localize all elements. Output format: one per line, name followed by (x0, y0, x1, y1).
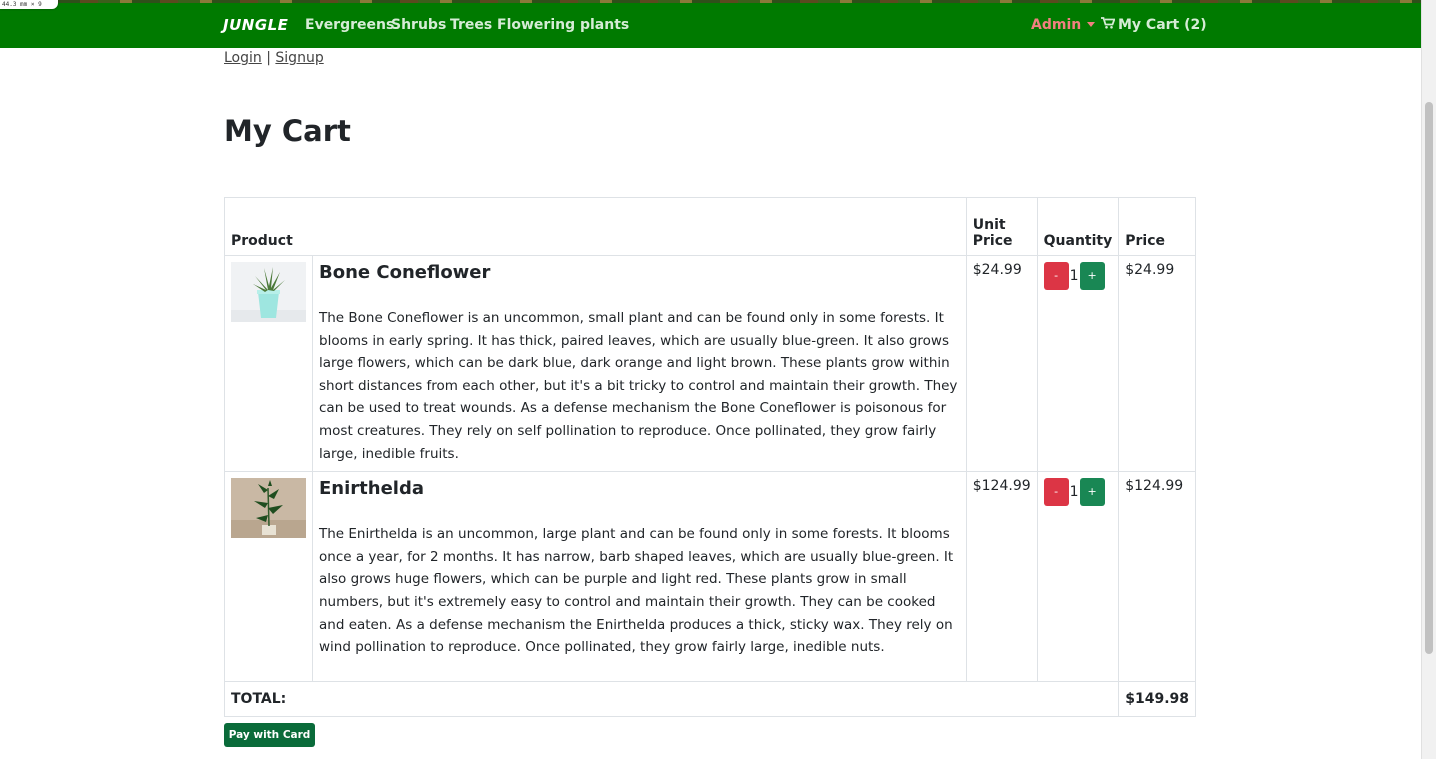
product-description: The Bone Coneflower is an uncommon, smal… (319, 310, 958, 462)
shopping-cart-icon (1101, 17, 1116, 33)
nav-shrubs[interactable]: Shrubs (391, 17, 446, 33)
quantity-cell: -1 + (1036, 254, 1120, 473)
admin-dropdown[interactable]: Admin (1031, 17, 1096, 33)
navbar: JUNGLE Evergreens Shrubs Trees Flowering… (0, 3, 1422, 48)
quantity-cell: -1 + (1036, 471, 1120, 683)
nav-evergreens[interactable]: Evergreens (305, 17, 394, 33)
scrollbar[interactable] (1421, 0, 1436, 759)
product-image[interactable] (231, 478, 306, 539)
price-cell: $124.99 (1118, 471, 1196, 683)
my-cart-link[interactable]: My Cart (2) (1101, 17, 1207, 33)
nav-flowering-plants[interactable]: Flowering plants (497, 17, 629, 33)
product-description: The Enirthelda is an uncommon, large pla… (319, 526, 954, 656)
header-unit-price: Unit Price (965, 197, 1038, 256)
product-image-cell (224, 254, 313, 473)
brand-logo[interactable]: JUNGLE (223, 16, 288, 34)
total-row: TOTAL: $149.98 (223, 681, 1196, 718)
table-row: Bone Coneflower The Bone Coneflower is a… (224, 254, 1196, 473)
product-name[interactable]: Enirthelda (319, 478, 960, 499)
product-image[interactable] (231, 262, 306, 322)
signup-link[interactable]: Signup (275, 50, 323, 66)
caret-down-icon (1087, 22, 1096, 27)
auth-separator: | (266, 50, 271, 66)
cart-table: Product Unit Price Quantity Price Bone C… (223, 197, 1196, 718)
auth-links: Login | Signup (224, 50, 324, 66)
product-image-cell (224, 471, 313, 683)
decrease-quantity-button[interactable]: - (1043, 262, 1069, 290)
decrease-quantity-button[interactable]: - (1043, 478, 1069, 507)
total-label: TOTAL: (223, 681, 1120, 718)
table-row: Enirthelda The Enirthelda is an uncommon… (224, 471, 1196, 683)
header-product: Product (224, 197, 967, 256)
login-link[interactable]: Login (224, 50, 262, 66)
total-value: $149.98 (1118, 681, 1196, 718)
increase-quantity-button[interactable]: + (1079, 262, 1105, 290)
cart-label: My Cart (2) (1118, 17, 1207, 33)
admin-label: Admin (1031, 17, 1082, 33)
quantity-value: 1 (1069, 268, 1079, 284)
quantity-value: 1 (1069, 484, 1079, 501)
product-name[interactable]: Bone Coneflower (319, 262, 960, 283)
pay-with-card-button[interactable]: Pay with Card (224, 723, 315, 747)
table-header-row: Product Unit Price Quantity Price (224, 197, 1196, 256)
product-info-cell: Enirthelda The Enirthelda is an uncommon… (312, 471, 967, 683)
page-title: My Cart (224, 114, 351, 148)
product-info-cell: Bone Coneflower The Bone Coneflower is a… (312, 254, 967, 473)
unit-price-cell: $24.99 (965, 254, 1038, 473)
ruler-badge: 44.3 mm × 9 (0, 0, 58, 9)
scrollbar-thumb[interactable] (1425, 102, 1433, 654)
header-price: Price (1118, 197, 1196, 256)
price-cell: $24.99 (1118, 254, 1196, 473)
unit-price-cell: $124.99 (965, 471, 1038, 683)
header-quantity: Quantity (1036, 197, 1120, 256)
increase-quantity-button[interactable]: + (1079, 478, 1105, 507)
nav-trees[interactable]: Trees (450, 17, 492, 33)
